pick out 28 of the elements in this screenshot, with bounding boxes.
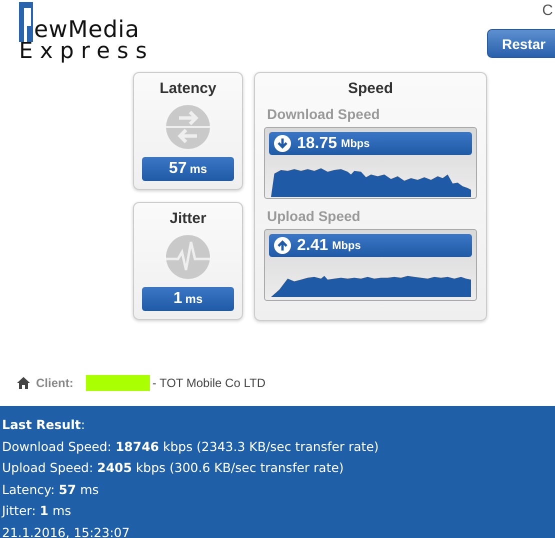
- logo-text: Express: [19, 42, 154, 62]
- download-arrow-icon: [274, 135, 291, 152]
- result-line: 21.1.2016, 15:23:07: [2, 524, 131, 538]
- arrows-icon: [165, 104, 211, 150]
- upload-arrow-icon: [274, 237, 291, 254]
- logo-mark-icon: [19, 2, 33, 42]
- jitter-value: 1 ms: [142, 287, 234, 311]
- upload-value: 2.41 Mbps: [269, 234, 472, 257]
- latency-value: 57 ms: [142, 157, 234, 181]
- download-label: Download Speed: [267, 106, 380, 122]
- result-line: Last Result:: [2, 416, 86, 434]
- redaction-block: [86, 375, 150, 391]
- result-line: Upload Speed: 2405 kbps (300.6 KB/sec transfer rate): [2, 459, 345, 477]
- client-label: Client:: [36, 376, 74, 390]
- result-line: Jitter: 1 ms: [2, 502, 72, 520]
- restart-button[interactable]: Restar: [487, 29, 555, 58]
- logo-text: ewMedia: [34, 19, 140, 42]
- result-line: Latency: 57 ms: [2, 480, 100, 499]
- card-title: Jitter: [170, 210, 206, 227]
- home-icon: [17, 377, 30, 389]
- result-line: Download Speed: 18746 kbps (2343.3 KB/sec transfer rate): [2, 438, 380, 456]
- corner-text: C: [542, 3, 553, 19]
- upload-label: Upload Speed: [267, 208, 360, 224]
- client-isp: - TOT Mobile Co LTD: [152, 376, 266, 390]
- card-title: Latency: [160, 80, 216, 97]
- download-value: 18.75 Mbps: [269, 132, 472, 155]
- card-title: Speed: [348, 80, 393, 97]
- pulse-icon: [165, 234, 211, 280]
